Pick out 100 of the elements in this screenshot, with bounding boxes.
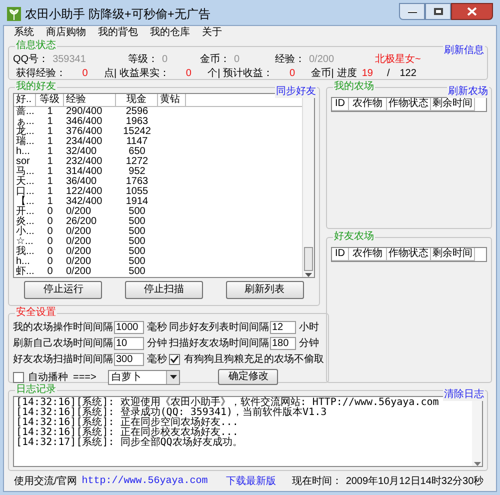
table-cell-text: 1272: [124, 157, 150, 167]
table-cell-text: h...: [15, 257, 31, 267]
separator: /: [386, 66, 390, 80]
table-cell-text: 0: [46, 207, 54, 217]
table-cell-text: 342/400: [65, 197, 104, 207]
table-cell-text: 500: [128, 207, 146, 217]
unit-label: 毫秒: [147, 320, 167, 334]
table-cell-text: 500: [128, 257, 146, 267]
clock-text: 2009年10月12日14时32分30秒: [346, 474, 484, 488]
table-cell-text: 龙...: [15, 127, 36, 137]
field-value: 359341: [52, 52, 86, 66]
table-cell-text: sor: [15, 157, 31, 167]
table-cell-text: 1: [46, 147, 54, 157]
field-label: QQ号：: [13, 52, 49, 66]
table-cell-text: 500: [128, 227, 146, 237]
checkbox-label: 自动播种: [28, 370, 68, 384]
log-line: [14:32:17][系统]: 同步全部QQ农场好友成功。: [16, 438, 244, 448]
group-title: 安全设置: [15, 307, 57, 319]
table-cell-text: 346/400: [65, 117, 104, 127]
checkbox-label: 有狗狗且狗粮充足的农场不偷取: [184, 352, 324, 366]
table-cell-text: 36/400: [65, 177, 97, 187]
table-cell-text: 0/200: [65, 227, 92, 237]
table-cell-text: 瑞...: [15, 137, 36, 147]
table-cell-text: 500: [128, 247, 146, 257]
table-cell-text: ぁ...: [15, 117, 36, 127]
unit-label: 个|: [208, 66, 220, 80]
field-label: 进度: [336, 66, 357, 80]
log-line: [14:32:16][系统]: 欢迎使用《农田小助手》，软件交流网站: HTTP://www.56yaya.com: [16, 398, 440, 408]
field-label: 金币：: [200, 52, 230, 66]
table-cell-text: 26/200: [65, 217, 98, 227]
group-title: 好友农场: [333, 231, 375, 243]
table-cell-text: 0: [46, 267, 54, 277]
setting-label: 好友农场扫描时间间隔: [13, 352, 113, 366]
arrow-label: ===>: [73, 370, 96, 384]
table-cell-text: 15242: [122, 127, 152, 137]
unit-label: 分钟: [299, 336, 319, 350]
unit-label: 分钟: [147, 336, 167, 350]
table-cell-text: 1: [46, 197, 54, 207]
table-cell-text: 650: [128, 147, 146, 157]
table-cell-text: 2596: [124, 107, 150, 117]
table-cell-text: 500: [128, 267, 146, 277]
table-cell-text: 炎...: [15, 217, 36, 227]
log-line: [14:32:16][系统]: 正在同步校友农场好友...: [16, 428, 240, 438]
field-label: 预计收益：: [223, 66, 274, 80]
progress-total: 122: [400, 66, 416, 80]
table-cell-text: 0/200: [65, 247, 92, 257]
table-cell-text: 1: [46, 167, 54, 177]
table-cell-text: 小...: [15, 227, 36, 237]
log-line: [14:32:16][系统]: 正在同步空间农场好友...: [16, 418, 240, 428]
field-value: 0/200: [309, 52, 334, 66]
table-cell-text: 376/400: [65, 127, 104, 137]
field-label: 获得经验：: [16, 66, 66, 80]
field-value: 0: [162, 52, 168, 66]
table-cell-text: 0: [46, 237, 54, 247]
table-cell-text: 0/200: [65, 267, 92, 277]
unit-label: 点|: [104, 66, 117, 80]
table-cell-text: 32/400: [65, 147, 97, 157]
window-title: 农田小助手 防降级+可秒偷+无广告: [25, 6, 212, 23]
table-cell-text: h...: [15, 147, 31, 157]
setting-label: 扫描好友农场时间间隔: [169, 336, 269, 350]
status-label: 使用交流/官网: [14, 474, 77, 488]
table-cell-text: 290/400: [65, 107, 104, 117]
log-line: [14:32:16][系统]: 登录成功(QQ: 359341)，当前软件版本V1.3: [16, 408, 327, 418]
field-label: 等级：: [128, 52, 158, 66]
table-cell-text: 500: [128, 217, 146, 227]
table-cell-text: 我...: [15, 247, 36, 257]
table-cell-text: 0: [46, 217, 54, 227]
table-cell-text: 232/400: [65, 157, 104, 167]
setting-label: 我的农场操作时间间隔: [13, 320, 113, 334]
field-label: 经验：: [275, 52, 305, 66]
group-title: 我的农场: [333, 81, 375, 93]
table-cell-text: 马...: [15, 167, 36, 177]
table-cell-text: 1963: [124, 117, 150, 127]
setting-label: 同步好友列表时间间隔: [169, 320, 269, 334]
table-cell-text: 0: [46, 227, 54, 237]
group-title: 信息状态: [15, 40, 57, 52]
progress-done: 19: [362, 66, 373, 80]
table-cell-text: 0/200: [65, 257, 92, 267]
group-title: 日志记录: [15, 384, 57, 396]
table-cell-text: 1: [46, 127, 54, 137]
unit-label: 金币|: [311, 66, 334, 80]
table-cell-text: 0: [46, 247, 54, 257]
group-title: 我的好友: [15, 81, 57, 93]
table-cell-text: 1: [46, 177, 54, 187]
table-cell-text: 500: [128, 237, 146, 247]
table-cell-text: 开...: [15, 207, 36, 217]
table-cell-text: 0/200: [65, 207, 92, 217]
table-cell-text: 天...: [15, 177, 36, 187]
table-cell-text: ☆...: [15, 237, 34, 247]
table-cell-text: 234/400: [65, 137, 104, 147]
table-cell-text: 1914: [124, 197, 150, 207]
field-value: 0: [234, 52, 240, 66]
field-value: 0: [184, 66, 192, 80]
table-cell-text: 蔷...: [15, 107, 36, 117]
nickname: 北极星女~: [375, 52, 421, 66]
field-label: 收益果实：: [120, 66, 170, 80]
field-value: 0: [288, 66, 296, 80]
table-cell-text: 952: [128, 167, 146, 177]
table-cell-text: 【...: [15, 197, 36, 207]
table-cell-text: 122/400: [65, 187, 104, 197]
